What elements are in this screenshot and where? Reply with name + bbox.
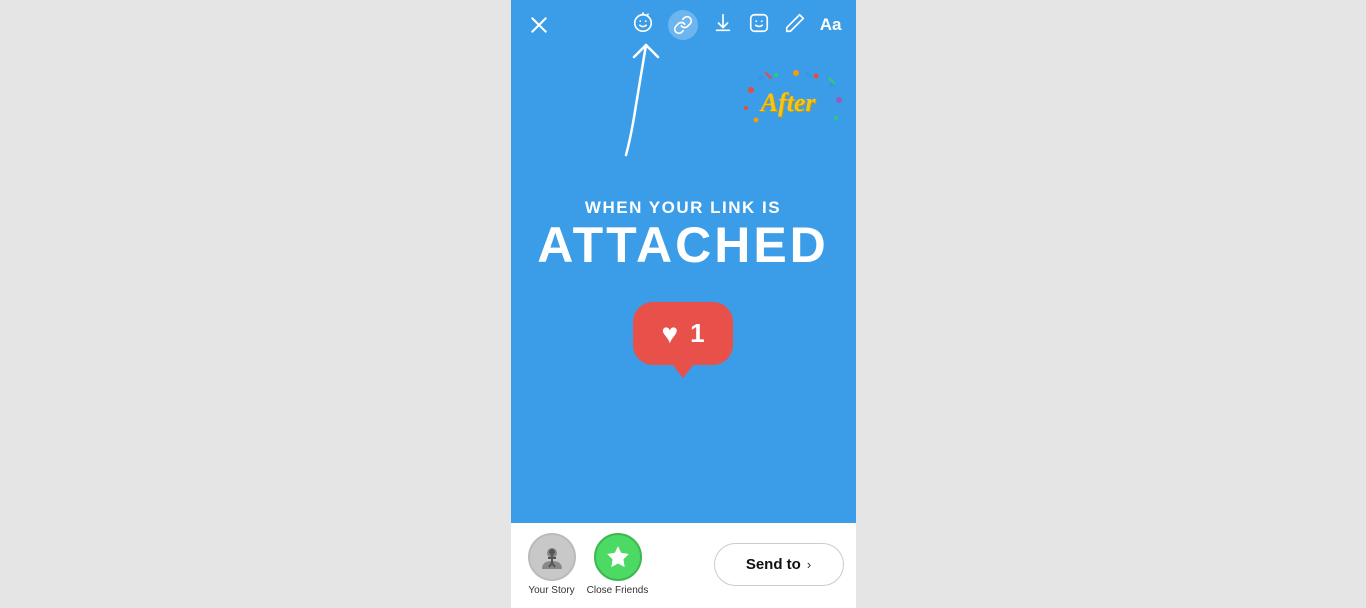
drawing-arrow (586, 35, 696, 165)
bottom-bar: Your Story Close Friends Send to › (511, 523, 856, 608)
heart-icon: ♥ (661, 320, 678, 348)
like-notification: ♥ 1 (633, 302, 732, 365)
link-icon[interactable] (668, 10, 698, 40)
your-story-avatar (528, 533, 576, 581)
close-friends-avatar (594, 533, 642, 581)
story-content: Aa (511, 0, 856, 523)
toolbar: Aa (511, 0, 856, 50)
text-style-button[interactable]: Aa (820, 15, 842, 35)
pencil-icon[interactable] (784, 12, 806, 39)
send-to-label: Send to (746, 556, 801, 573)
after-sticker: After (751, 80, 826, 126)
main-text: WHEN YOUR LINK IS ATTACHED (537, 198, 829, 270)
page-wrapper: Aa (0, 0, 1366, 608)
story-subtitle: WHEN YOUR LINK IS (537, 198, 829, 218)
story-title: ATTACHED (537, 220, 829, 270)
toolbar-right-icons: Aa (632, 10, 842, 40)
your-story-option[interactable]: Your Story (523, 533, 581, 596)
send-to-arrow-icon: › (807, 557, 811, 572)
like-count: 1 (690, 318, 704, 349)
close-button[interactable] (525, 11, 553, 39)
sticker-icon[interactable] (748, 12, 770, 39)
left-background (0, 0, 511, 608)
close-friends-option[interactable]: Close Friends (587, 533, 649, 596)
your-story-label: Your Story (528, 585, 574, 596)
emoji-icon[interactable] (632, 12, 654, 39)
download-icon[interactable] (712, 12, 734, 39)
right-background (856, 0, 1366, 608)
send-to-button[interactable]: Send to › (714, 543, 844, 586)
close-friends-label: Close Friends (587, 585, 649, 596)
phone-container: Aa (511, 0, 856, 608)
